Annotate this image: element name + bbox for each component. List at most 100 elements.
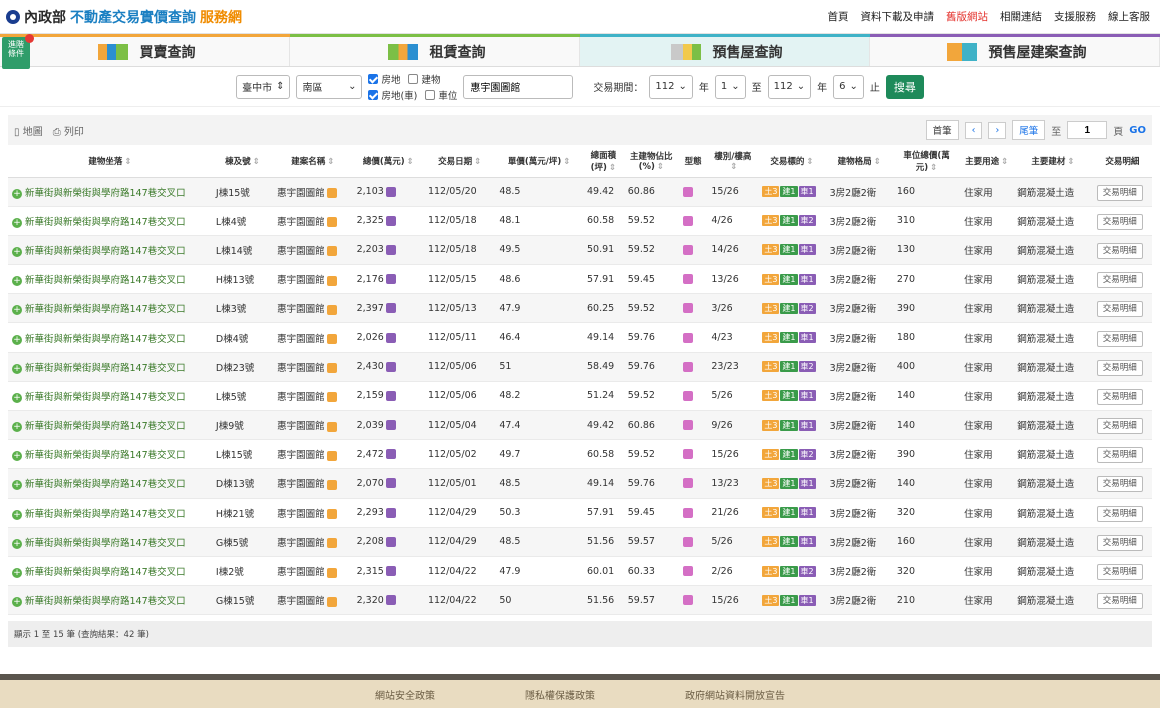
column-header[interactable]: 主要建材 ⇕ <box>1013 145 1093 178</box>
column-header[interactable]: 棟及號 ⇕ <box>211 145 274 178</box>
price-note-icon[interactable] <box>385 215 396 226</box>
floor-plan-icon[interactable] <box>682 361 693 372</box>
address-link[interactable]: 新華街與新榮街與學府路147巷交叉口 <box>25 188 186 199</box>
floor-plan-icon[interactable] <box>682 186 693 197</box>
table-row[interactable]: + 新華街與新榮街與學府路147巷交叉口 L棟14號 惠宇園圖館 2,203 112/05… <box>8 235 1152 266</box>
tab-rent[interactable]: 租賃查詢 <box>290 34 580 66</box>
floor-plan-icon[interactable] <box>682 274 693 285</box>
floor-plan-icon[interactable] <box>682 303 693 314</box>
footer-privacy-policy[interactable]: 隱私權保護政策 <box>525 687 595 702</box>
table-row[interactable]: + 新華街與新榮街與學府路147巷交叉口 G棟5號 惠宇園圖館 2,208 112/04/… <box>8 527 1152 557</box>
address-link[interactable]: 新華街與新榮街與學府路147巷交叉口 <box>25 363 186 374</box>
project-info-icon[interactable] <box>326 421 337 432</box>
expand-plus-icon[interactable]: + <box>12 568 22 579</box>
detail-button[interactable]: 交易明細 <box>1096 564 1143 581</box>
address-link[interactable]: 新華街與新榮街與學府路147巷交叉口 <box>25 392 186 403</box>
price-note-icon[interactable] <box>385 303 396 314</box>
expand-plus-icon[interactable]: + <box>12 305 22 316</box>
address-link[interactable]: 新華街與新榮街與學府路147巷交叉口 <box>25 567 186 578</box>
floor-plan-icon[interactable] <box>682 332 693 343</box>
detail-button[interactable]: 交易明細 <box>1096 388 1143 405</box>
floor-plan-icon[interactable] <box>682 595 693 606</box>
footer-security-policy[interactable]: 網站安全政策 <box>375 687 435 702</box>
expand-plus-icon[interactable]: + <box>12 597 22 608</box>
table-row[interactable]: + 新華街與新榮街與學府路147巷交叉口 L棟4號 惠宇園圖館 2,325 112/05/… <box>8 206 1152 236</box>
floor-plan-icon[interactable] <box>682 215 693 226</box>
floor-plan-icon[interactable] <box>682 566 693 577</box>
site-brand[interactable]: 內政部 不動產交易實價查詢 服務網 <box>6 7 242 27</box>
project-info-icon[interactable] <box>326 479 337 490</box>
detail-button[interactable]: 交易明細 <box>1096 418 1143 435</box>
project-info-icon[interactable] <box>326 567 337 578</box>
price-note-icon[interactable] <box>385 420 396 431</box>
go-button[interactable]: GO <box>1129 125 1146 136</box>
tab-sale[interactable]: 買賣查詢 <box>0 34 290 66</box>
table-row[interactable]: + 新華街與新榮街與學府路147巷交叉口 D棟23號 惠宇園圖館 2,430 112/05… <box>8 352 1152 382</box>
nav-support[interactable]: 支援服務 <box>1054 9 1096 24</box>
table-row[interactable]: + 新華街與新榮街與學府路147巷交叉口 I棟2號 惠宇園圖館 2,315 112/04/… <box>8 556 1152 587</box>
search-button[interactable]: 搜尋 <box>885 74 924 99</box>
floor-plan-icon[interactable] <box>682 536 693 547</box>
column-header[interactable]: 建案名稱 ⇕ <box>273 145 353 178</box>
expand-plus-icon[interactable]: + <box>12 363 22 374</box>
project-info-icon[interactable] <box>326 538 337 549</box>
expand-plus-icon[interactable]: + <box>12 480 22 491</box>
table-row[interactable]: + 新華街與新榮街與學府路147巷交叉口 L棟3號 惠宇園圖館 2,397 112/05/… <box>8 293 1152 324</box>
address-link[interactable]: 新華街與新榮街與學府路147巷交叉口 <box>25 217 186 228</box>
detail-button[interactable]: 交易明細 <box>1096 330 1143 347</box>
nav-home[interactable]: 首頁 <box>828 9 849 24</box>
column-header[interactable]: 車位總價(萬元) ⇕ <box>892 145 961 178</box>
expand-plus-icon[interactable]: + <box>12 276 22 287</box>
project-info-icon[interactable] <box>326 363 337 374</box>
address-link[interactable]: 新華街與新榮街與學府路147巷交叉口 <box>25 450 186 461</box>
column-header[interactable]: 交易標的 ⇕ <box>758 145 826 178</box>
table-row[interactable]: + 新華街與新榮街與學府路147巷交叉口 D棟13號 惠宇園圖館 2,070 112/05… <box>8 468 1152 499</box>
price-note-icon[interactable] <box>385 566 396 577</box>
table-row[interactable]: + 新華街與新榮街與學府路147巷交叉口 L棟15號 惠宇園圖館 2,472 112/05… <box>8 439 1152 470</box>
expand-plus-icon[interactable]: + <box>12 392 22 403</box>
table-row[interactable]: + 新華街與新榮街與學府路147巷交叉口 J棟15號 惠宇園圖館 2,103 112/05… <box>8 177 1152 207</box>
footer-open-data[interactable]: 政府網站資料開放宣告 <box>685 687 785 702</box>
detail-button[interactable]: 交易明細 <box>1096 272 1143 289</box>
project-info-icon[interactable] <box>326 246 337 257</box>
table-row[interactable]: + 新華街與新榮街與學府路147巷交叉口 H棟13號 惠宇園圖館 2,176 112/05… <box>8 264 1152 295</box>
first-page-button[interactable]: 首筆 <box>925 120 959 140</box>
checkbox-parking[interactable]: 車位 <box>425 88 457 102</box>
address-link[interactable]: 新華街與新榮街與學府路147巷交叉口 <box>25 275 186 286</box>
expand-plus-icon[interactable]: + <box>12 538 22 549</box>
tab-presale[interactable]: 預售屋查詢 <box>580 34 870 66</box>
page-number-input[interactable] <box>1067 121 1108 139</box>
checkbox-building[interactable]: 建物 <box>408 72 441 86</box>
expand-plus-icon[interactable]: + <box>12 509 22 520</box>
column-header[interactable]: 交易日期 ⇕ <box>423 145 496 178</box>
print-button[interactable]: ⎙ 列印 <box>53 123 84 138</box>
to-year-select[interactable]: 112 ⌄ <box>767 74 812 99</box>
table-row[interactable]: + 新華街與新榮街與學府路147巷交叉口 G棟15號 惠宇園圖館 2,320 112/04… <box>8 585 1152 616</box>
floor-plan-icon[interactable] <box>682 390 693 401</box>
floor-plan-icon[interactable] <box>682 478 693 489</box>
detail-button[interactable]: 交易明細 <box>1096 184 1143 201</box>
address-link[interactable]: 新華街與新榮街與學府路147巷交叉口 <box>25 304 186 315</box>
project-name-input[interactable] <box>463 74 574 99</box>
detail-button[interactable]: 交易明細 <box>1096 359 1143 376</box>
column-header[interactable]: 主建物佔比(%) ⇕ <box>623 145 679 178</box>
column-header[interactable]: 單價(萬元/坪) ⇕ <box>495 145 583 178</box>
price-note-icon[interactable] <box>385 186 396 197</box>
detail-button[interactable]: 交易明細 <box>1096 505 1143 522</box>
price-note-icon[interactable] <box>385 595 396 606</box>
project-info-icon[interactable] <box>326 450 337 461</box>
project-info-icon[interactable] <box>326 275 337 286</box>
checkbox-land-parking[interactable]: 房地(車) <box>368 88 417 102</box>
price-note-icon[interactable] <box>385 449 396 460</box>
table-row[interactable]: + 新華街與新榮街與學府路147巷交叉口 L棟5號 惠宇園圖館 2,159 112/05/… <box>8 381 1152 412</box>
expand-plus-icon[interactable]: + <box>12 217 22 228</box>
project-info-icon[interactable] <box>326 188 337 199</box>
column-header[interactable]: 總價(萬元) ⇕ <box>352 145 424 178</box>
expand-plus-icon[interactable]: + <box>12 451 22 462</box>
last-page-button[interactable]: 尾筆 <box>1012 120 1046 140</box>
nav-download[interactable]: 資料下載及申請 <box>861 9 935 24</box>
detail-button[interactable]: 交易明細 <box>1096 476 1143 493</box>
from-month-select[interactable]: 1 ⌄ <box>714 74 746 99</box>
price-note-icon[interactable] <box>385 274 396 285</box>
detail-button[interactable]: 交易明細 <box>1096 534 1143 551</box>
